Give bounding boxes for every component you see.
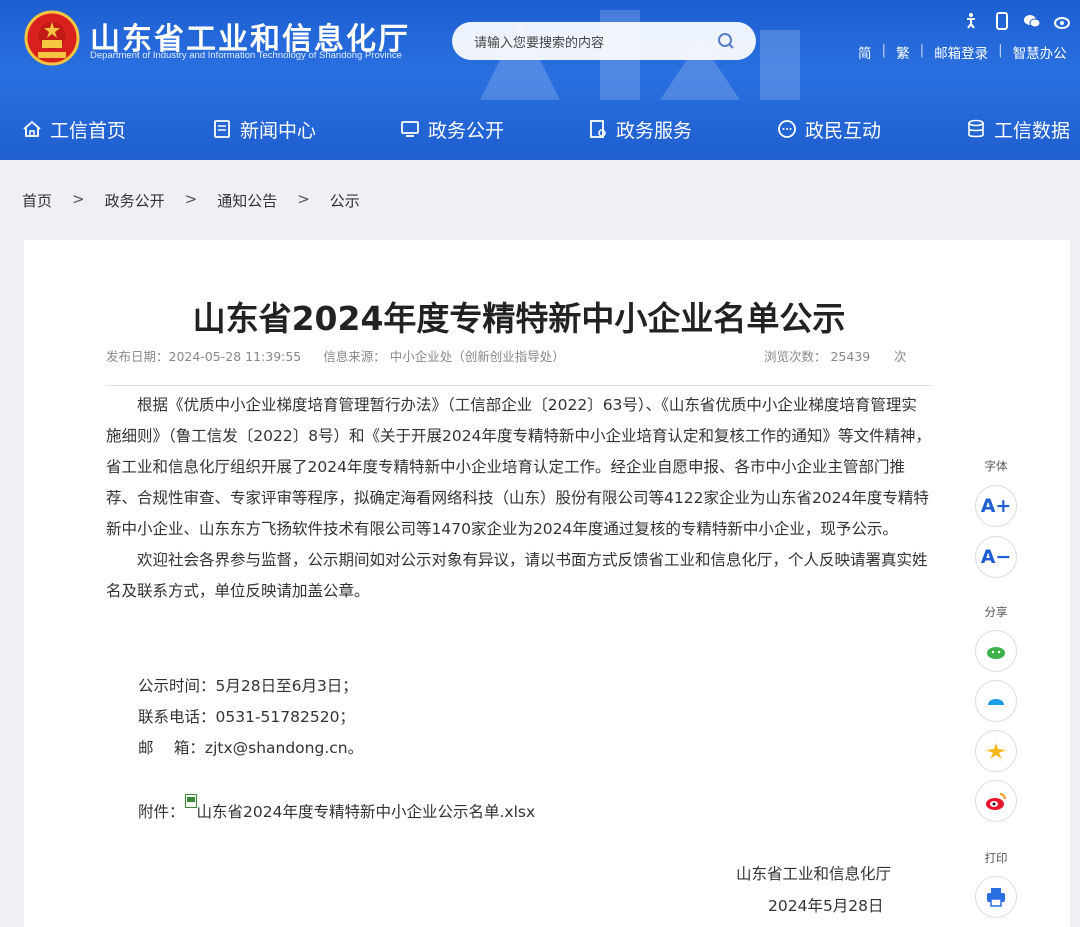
service-icon xyxy=(590,120,606,138)
paragraph: 欢迎社会各界参与监督，公示期间如对公示对象有异议，请以书面方式反馈省工业和信息化… xyxy=(106,551,928,600)
meta-divider xyxy=(106,385,932,386)
signature-date: 2024年5月28日 xyxy=(768,897,884,915)
qq-icon xyxy=(988,699,1004,705)
mail-login-link[interactable]: 邮箱登录 xyxy=(934,42,988,62)
breadcrumb-notices[interactable]: 通知公告 xyxy=(217,190,277,211)
nav-item-data[interactable]: 工信数据 xyxy=(966,100,1070,158)
nav-item-interaction[interactable]: 政民互动 xyxy=(777,100,881,158)
traditional-link[interactable]: 繁 xyxy=(896,42,910,62)
monitor-icon xyxy=(401,121,419,137)
nav-item-home[interactable]: 工信首页 xyxy=(22,100,126,158)
info-source: 信息来源： 中小企业处（创新创业指导处） xyxy=(323,349,565,364)
font-decrease-button[interactable]: A− xyxy=(975,536,1017,578)
header-tool-icons xyxy=(962,12,1072,34)
article-body: 根据《优质中小企业梯度培育管理暂行办法》（工信部企业〔2022〕63号）、《山东… xyxy=(106,390,932,607)
top-links: 简 | 繁 | 邮箱登录 | 智慧办公 xyxy=(858,42,1067,62)
excel-file-icon xyxy=(184,794,197,808)
share-qq-button[interactable] xyxy=(975,680,1017,722)
chat-icon xyxy=(778,120,796,138)
attachment-line: 附件： 山东省2024年度专精特新中小企业公示名单.xlsx xyxy=(138,794,536,822)
nav-item-label: 政务服务 xyxy=(616,119,693,142)
share-qzone-button[interactable] xyxy=(975,730,1017,772)
publicity-period: 公示时间：5月28日至6月3日； xyxy=(138,677,358,695)
breadcrumb: 首页 > 政务公开 > 通知公告 > 公示 xyxy=(22,190,360,211)
font-size-label: 字体 xyxy=(984,459,1008,473)
breadcrumb-current[interactable]: 公示 xyxy=(330,190,360,211)
nav-item-label: 工信首页 xyxy=(50,119,127,142)
breadcrumb-separator: > xyxy=(184,190,198,208)
share-label: 分享 xyxy=(984,605,1008,619)
database-icon xyxy=(968,119,984,138)
wechat-icon xyxy=(987,647,1005,659)
nav-item-label: 工信数据 xyxy=(994,119,1071,142)
print-button[interactable] xyxy=(975,876,1017,918)
breadcrumb-home[interactable]: 首页 xyxy=(22,190,52,211)
weibo-icon xyxy=(986,793,1006,810)
share-weibo-button[interactable] xyxy=(975,780,1017,822)
nav-item-label: 政民互动 xyxy=(805,119,882,142)
wechat-icon[interactable] xyxy=(1023,12,1041,30)
divider: | xyxy=(998,42,1003,58)
mobile-icon[interactable] xyxy=(993,12,1011,30)
attachment-label: 附件： xyxy=(138,803,185,821)
divider: | xyxy=(919,42,925,58)
search-box[interactable]: 请输入您要搜索的内容 xyxy=(452,22,756,60)
nav-item-label: 政务公开 xyxy=(428,119,505,142)
news-icon xyxy=(214,120,230,138)
search-icon[interactable] xyxy=(716,31,736,51)
article-meta: 发布日期：2024-05-28 11:39:55 信息来源： 中小企业处（创新创… xyxy=(106,346,907,365)
nav-item-gov-service[interactable]: 政务服务 xyxy=(588,100,692,158)
contact-phone: 联系电话：0531-51782520； xyxy=(138,708,355,726)
article-title: 山东省2024年度专精特新中小企业名单公示 xyxy=(192,299,846,338)
view-count: 浏览次数： 25439 xyxy=(764,349,871,364)
home-icon xyxy=(23,120,41,137)
signature-org: 山东省工业和信息化厅 xyxy=(736,865,892,883)
breadcrumb-separator: > xyxy=(72,190,85,208)
qzone-star-icon xyxy=(986,743,1006,759)
print-label: 打印 xyxy=(984,851,1008,865)
main-nav: 工信首页 新闻中心 政务公开 政务服务 政民互动 工信数据 xyxy=(0,100,1080,158)
printer-icon xyxy=(987,888,1005,907)
font-increase-button[interactable]: A+ xyxy=(975,485,1017,527)
nav-item-label: 新闻中心 xyxy=(240,119,317,142)
accessibility-icon[interactable] xyxy=(962,12,980,30)
site-header: 山东省工业和信息化厅 Department of Industry and In… xyxy=(0,0,1080,160)
attachment-link[interactable]: 山东省2024年度专精特新中小企业公示名单.xlsx xyxy=(197,803,536,821)
simplified-link[interactable]: 简 xyxy=(858,42,872,62)
paragraph: 根据《优质中小企业梯度培育管理暂行办法》（工信部企业〔2022〕63号）、《山东… xyxy=(106,396,932,538)
weibo-icon[interactable] xyxy=(1053,12,1072,30)
breadcrumb-gov-open[interactable]: 政务公开 xyxy=(105,190,165,211)
smart-office-link[interactable]: 智慧办公 xyxy=(1013,42,1067,62)
share-wechat-button[interactable] xyxy=(975,630,1017,672)
national-emblem-icon xyxy=(24,10,80,66)
site-subtitle: Department of Industry and Information T… xyxy=(90,50,402,61)
nav-item-news[interactable]: 新闻中心 xyxy=(212,100,316,158)
divider: | xyxy=(881,42,887,58)
view-count-unit: 次 xyxy=(894,349,907,364)
publish-date: 发布日期：2024-05-28 11:39:55 xyxy=(106,349,302,364)
nav-item-gov-open[interactable]: 政务公开 xyxy=(400,100,504,158)
breadcrumb-separator: > xyxy=(297,190,310,208)
article-card: 山东省2024年度专精特新中小企业名单公示 发布日期：2024-05-28 11… xyxy=(24,240,1070,927)
contact-email: 邮 箱：zjtx@shandong.cn。 xyxy=(138,739,364,757)
search-input[interactable]: 请输入您要搜索的内容 xyxy=(474,32,604,51)
